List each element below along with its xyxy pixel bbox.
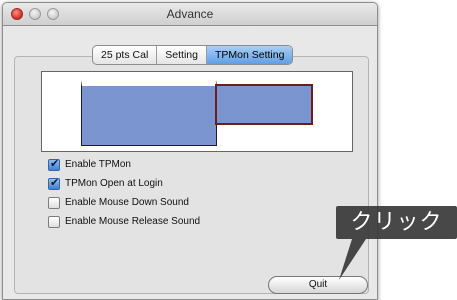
click-annotation-callout: クリック xyxy=(336,206,457,239)
option-label: TPMon Open at Login xyxy=(65,178,163,189)
checkmark-icon: ✔ xyxy=(50,157,60,170)
checkbox-open-at-login[interactable]: ✔ xyxy=(48,176,60,190)
quit-button[interactable]: Quit xyxy=(268,276,368,294)
window-title: Advance xyxy=(166,7,214,21)
option-open-at-login[interactable]: ✔ TPMon Open at Login xyxy=(48,174,200,193)
advance-window: Advance 25 pts Cal Setting TPMon Setting… xyxy=(2,2,378,300)
tab-setting[interactable]: Setting xyxy=(157,46,207,64)
tab-tpmon-setting[interactable]: TPMon Setting xyxy=(206,46,293,64)
checkmark-icon: ✔ xyxy=(50,176,60,189)
titlebar: Advance xyxy=(3,3,377,26)
option-mouse-release-sound[interactable]: Enable Mouse Release Sound xyxy=(48,212,200,231)
option-label: Enable Mouse Release Sound xyxy=(65,216,201,227)
option-label: Enable TPMon xyxy=(65,159,131,170)
options-list: ✔ Enable TPMon ✔ TPMon Open at Login Ena… xyxy=(48,155,200,231)
checkbox-mouse-down-sound[interactable] xyxy=(48,196,60,209)
monitor-preview xyxy=(41,71,353,152)
secondary-monitor[interactable] xyxy=(215,84,313,125)
option-label: Enable Mouse Down Sound xyxy=(65,197,189,208)
primary-monitor[interactable] xyxy=(81,80,217,146)
option-mouse-down-sound[interactable]: Enable Mouse Down Sound xyxy=(48,193,200,212)
tab-25pts-cal[interactable]: 25 pts Cal xyxy=(93,46,158,64)
checkbox-enable-tpmon[interactable]: ✔ xyxy=(48,157,60,171)
checkbox-mouse-release-sound[interactable] xyxy=(48,215,60,228)
tab-bar: 25 pts Cal Setting TPMon Setting xyxy=(92,45,294,65)
option-enable-tpmon[interactable]: ✔ Enable TPMon xyxy=(48,155,200,174)
